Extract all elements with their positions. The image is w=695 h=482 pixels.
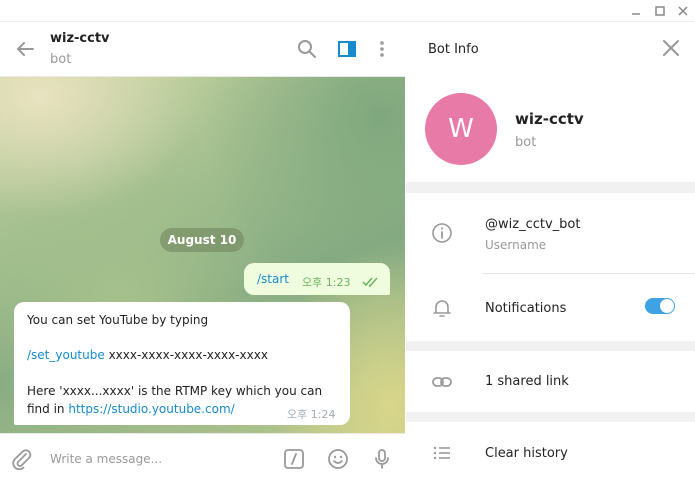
minimize-icon[interactable]: [628, 3, 644, 19]
notifications-label: Notifications: [485, 301, 567, 316]
bot-info-panel: Bot Info W wiz-cctv bot @wiz_cctv_bot Us…: [406, 22, 695, 482]
more-menu-icon[interactable]: [371, 38, 393, 60]
message-text: find in: [27, 402, 69, 416]
details-section: @wiz_cctv_bot Username Notifications: [406, 193, 695, 341]
message-line: /set_youtube xxxx-xxxx-xxxx-xxxx-xxxx: [27, 348, 268, 362]
toggle-knob: [660, 299, 674, 313]
avatar[interactable]: W: [425, 93, 497, 165]
shared-section[interactable]: 1 shared link: [406, 351, 695, 412]
message-time: 오후 1:24: [287, 408, 336, 421]
message-text[interactable]: /start: [257, 272, 289, 286]
message-composer: [0, 433, 405, 482]
divider: [483, 273, 695, 274]
info-title: Bot Info: [428, 42, 479, 57]
info-header: Bot Info: [406, 22, 695, 77]
url-link[interactable]: https://studio.youtube.com/: [68, 402, 234, 416]
command-args: xxxx-xxxx-xxxx-xxxx-xxxx: [104, 348, 268, 362]
back-arrow-icon[interactable]: [14, 38, 36, 60]
username-label: Username: [485, 238, 547, 252]
profile-section: W wiz-cctv bot: [406, 77, 695, 182]
shared-link-label[interactable]: 1 shared link: [485, 374, 569, 389]
close-icon[interactable]: [675, 3, 691, 19]
emoji-icon[interactable]: [326, 447, 350, 471]
message-input[interactable]: [50, 448, 270, 470]
profile-name: wiz-cctv: [515, 110, 584, 128]
info-icon: [430, 221, 454, 245]
chat-header: wiz-cctv bot: [0, 22, 405, 77]
clear-history-section[interactable]: Clear history: [406, 422, 695, 482]
link-icon: [430, 370, 454, 394]
app-window: wiz-cctv bot August 10 /start 오후 1:23 Yo…: [0, 0, 695, 482]
command-link[interactable]: /set_youtube: [27, 348, 105, 362]
chat-background: August 10 /start 오후 1:23 You can set You…: [0, 77, 405, 433]
bell-icon: [430, 296, 454, 320]
sidebar-toggle-icon[interactable]: [336, 38, 358, 60]
clear-history-label[interactable]: Clear history: [485, 446, 568, 461]
incoming-message[interactable]: You can set YouTube by typing /set_youtu…: [14, 302, 350, 425]
message-line: You can set YouTube by typing: [27, 313, 209, 327]
chat-title[interactable]: wiz-cctv: [50, 31, 110, 46]
attach-icon[interactable]: [10, 447, 34, 471]
read-checks-icon: [362, 273, 380, 292]
close-icon[interactable]: [662, 39, 680, 57]
chat-panel: wiz-cctv bot August 10 /start 오후 1:23 Yo…: [0, 22, 405, 482]
chat-subtitle: bot: [50, 52, 72, 67]
notifications-toggle[interactable]: [645, 298, 675, 314]
message-line: find in https://studio.youtube.com/: [27, 402, 235, 416]
microphone-icon[interactable]: [370, 447, 394, 471]
message-time: 오후 1:23: [302, 276, 351, 289]
bot-commands-icon[interactable]: [282, 447, 306, 471]
username-value[interactable]: @wiz_cctv_bot: [485, 217, 580, 232]
profile-subtitle: bot: [515, 135, 537, 150]
maximize-icon[interactable]: [652, 3, 668, 19]
message-line: Here 'xxxx...xxxx' is the RTMP key which…: [27, 384, 323, 398]
date-divider: August 10: [160, 228, 244, 252]
outgoing-message[interactable]: /start 오후 1:23: [244, 263, 390, 295]
search-icon[interactable]: [296, 38, 318, 60]
title-bar: [0, 0, 695, 22]
list-icon: [430, 441, 454, 465]
